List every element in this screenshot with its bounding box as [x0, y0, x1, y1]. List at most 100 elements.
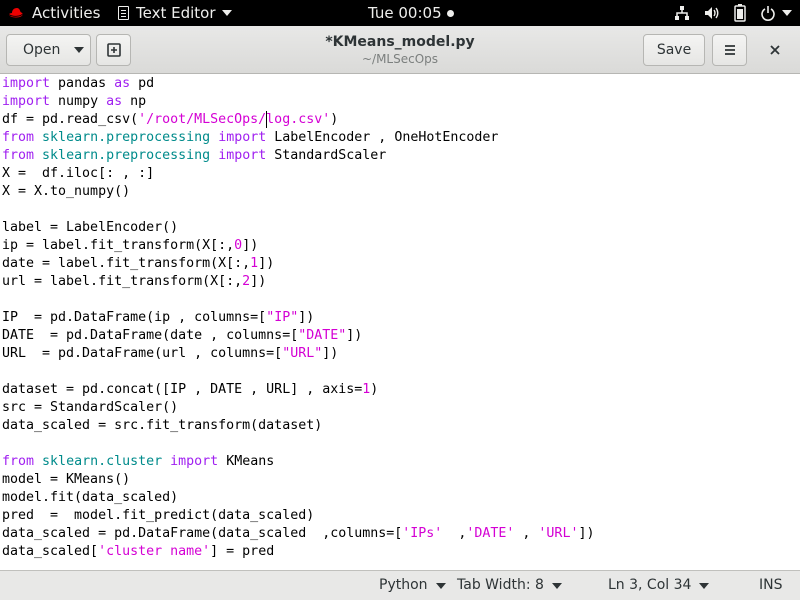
notification-dot-icon	[446, 9, 454, 17]
code-token: numpy	[50, 94, 107, 109]
code-token: 'DATE'	[466, 526, 515, 541]
clock-label: Tue 00:05	[368, 4, 442, 22]
code-token: import	[218, 148, 267, 163]
document-title: *KMeans_model.py	[325, 34, 475, 50]
code-line[interactable]: import numpy as np	[2, 93, 146, 111]
code-token: 1	[250, 256, 259, 271]
code-token: as	[114, 76, 131, 91]
code-line[interactable]: X = X.to_numpy()	[2, 183, 130, 201]
code-line[interactable]: URL = pd.DataFrame(url , columns=["URL"]…	[2, 345, 338, 363]
tab-width-selector[interactable]: Tab Width: 8	[457, 571, 562, 600]
code-line[interactable]: from sklearn.preprocessing import LabelE…	[2, 129, 498, 147]
code-token: "URL"	[282, 346, 323, 361]
close-window-button[interactable]	[757, 34, 793, 66]
code-token: src = StandardScaler()	[2, 400, 179, 415]
app-menu[interactable]: Text Editor	[118, 0, 232, 26]
code-line[interactable]: label = LabelEncoder()	[2, 219, 178, 237]
code-line[interactable]: url = label.fit_transform(X[:,2])	[2, 273, 266, 291]
code-token: 'URL'	[538, 526, 579, 541]
redhat-logo-icon	[8, 8, 24, 18]
code-token: date = label.fit_transform(X[:,	[2, 256, 251, 271]
insert-mode-indicator: INS	[759, 571, 783, 600]
open-button[interactable]: Open	[6, 34, 91, 66]
code-token: ])	[322, 346, 339, 361]
code-token: 'cluster name'	[98, 544, 211, 559]
insert-mode-label: INS	[759, 577, 783, 593]
code-token: ])	[258, 256, 275, 271]
chevron-down-icon	[221, 10, 232, 16]
code-line[interactable]: date = label.fit_transform(X[:,1])	[2, 255, 274, 273]
code-token: model = KMeans()	[2, 472, 131, 487]
code-line[interactable]: df = pd.read_csv('/root/MLSecOps/log.csv…	[2, 111, 338, 129]
code-line[interactable]: data_scaled = src.fit_transform(dataset)	[2, 417, 322, 435]
power-icon	[761, 6, 775, 21]
title-area: *KMeans_model.py ~/MLSecOps	[250, 33, 550, 67]
window-headerbar: Open *KMeans_model.py ~/MLSecOps Save	[0, 26, 800, 74]
new-document-button[interactable]	[96, 34, 131, 66]
save-button-label: Save	[656, 42, 692, 58]
code-line[interactable]: ip = label.fit_transform(X[:,0])	[2, 237, 258, 255]
code-line[interactable]: data_scaled['cluster name'] = pred	[2, 543, 274, 561]
code-token: dataset = pd.concat([IP , DATE , URL] , …	[2, 382, 363, 397]
chevron-down-icon	[74, 47, 85, 53]
code-token: data_scaled = src.fit_transform(dataset)	[2, 418, 323, 433]
code-token: np	[122, 94, 147, 109]
code-token: import	[218, 130, 267, 145]
code-token: from	[2, 454, 35, 469]
code-token: LabelEncoder , OneHotEncoder	[266, 130, 499, 145]
volume-icon	[705, 7, 719, 19]
code-token: import	[2, 94, 51, 109]
code-token: import	[170, 454, 219, 469]
chevron-down-icon	[699, 582, 710, 589]
code-line[interactable]: from sklearn.cluster import KMeans	[2, 453, 274, 471]
code-token: sklearn.cluster	[42, 454, 163, 469]
code-token: ])	[346, 328, 363, 343]
code-token: IP = pd.DataFrame(ip , columns=[	[2, 310, 267, 325]
code-editor[interactable]: import pandas as pd import numpy as np df …	[0, 74, 800, 570]
code-token: df = pd.read_csv(	[2, 112, 139, 127]
code-line[interactable]: import pandas as pd	[2, 75, 154, 93]
code-token: "DATE"	[298, 328, 347, 343]
code-token: "IP"	[266, 310, 299, 325]
code-token: ,	[514, 526, 539, 541]
code-line[interactable]: data_scaled = pd.DataFrame(data_scaled ,…	[2, 525, 594, 543]
code-token: X = df.iloc[: , :]	[2, 166, 155, 181]
code-line[interactable]: IP = pd.DataFrame(ip , columns=["IP"])	[2, 309, 314, 327]
status-bar: Python Tab Width: 8 Ln 3, Col 34 INS	[0, 570, 800, 600]
code-token: ])	[242, 238, 259, 253]
code-line[interactable]: pred = model.fit_predict(data_scaled)	[2, 507, 314, 525]
hamburger-menu-button[interactable]	[712, 34, 747, 66]
code-token: sklearn.preprocessing	[42, 130, 211, 145]
code-line[interactable]: src = StandardScaler()	[2, 399, 178, 417]
code-token: from	[2, 130, 35, 145]
code-line[interactable]: X = df.iloc[: , :]	[2, 165, 154, 183]
cursor-position-label: Ln 3, Col 34	[608, 577, 692, 593]
code-token: ])	[250, 274, 267, 289]
code-token: from	[2, 148, 35, 163]
language-label: Python	[379, 577, 428, 593]
text-editor-icon	[118, 6, 129, 20]
clock[interactable]: Tue 00:05	[368, 0, 454, 26]
code-token: label = LabelEncoder()	[2, 220, 179, 235]
code-line[interactable]: dataset = pd.concat([IP , DATE , URL] , …	[2, 381, 378, 399]
close-icon	[770, 45, 780, 55]
document-path: ~/MLSecOps	[361, 52, 439, 66]
code-token: ip = label.fit_transform(X[:,	[2, 238, 235, 253]
activities-button[interactable]: Activities	[8, 0, 100, 26]
code-line[interactable]: model.fit(data_scaled)	[2, 489, 178, 507]
code-token: import	[2, 76, 51, 91]
save-button[interactable]: Save	[643, 34, 705, 66]
cursor-position-selector[interactable]: Ln 3, Col 34	[608, 571, 710, 600]
system-status-area[interactable]	[674, 0, 792, 26]
code-token: ])	[578, 526, 595, 541]
code-token: )	[370, 382, 379, 397]
language-selector[interactable]: Python	[379, 571, 446, 600]
code-line[interactable]: DATE = pd.DataFrame(date , columns=["DAT…	[2, 327, 362, 345]
code-token: data_scaled[	[2, 544, 99, 559]
code-line[interactable]: model = KMeans()	[2, 471, 130, 489]
open-button-label: Open	[23, 42, 61, 58]
code-line[interactable]: from sklearn.preprocessing import Standa…	[2, 147, 386, 165]
